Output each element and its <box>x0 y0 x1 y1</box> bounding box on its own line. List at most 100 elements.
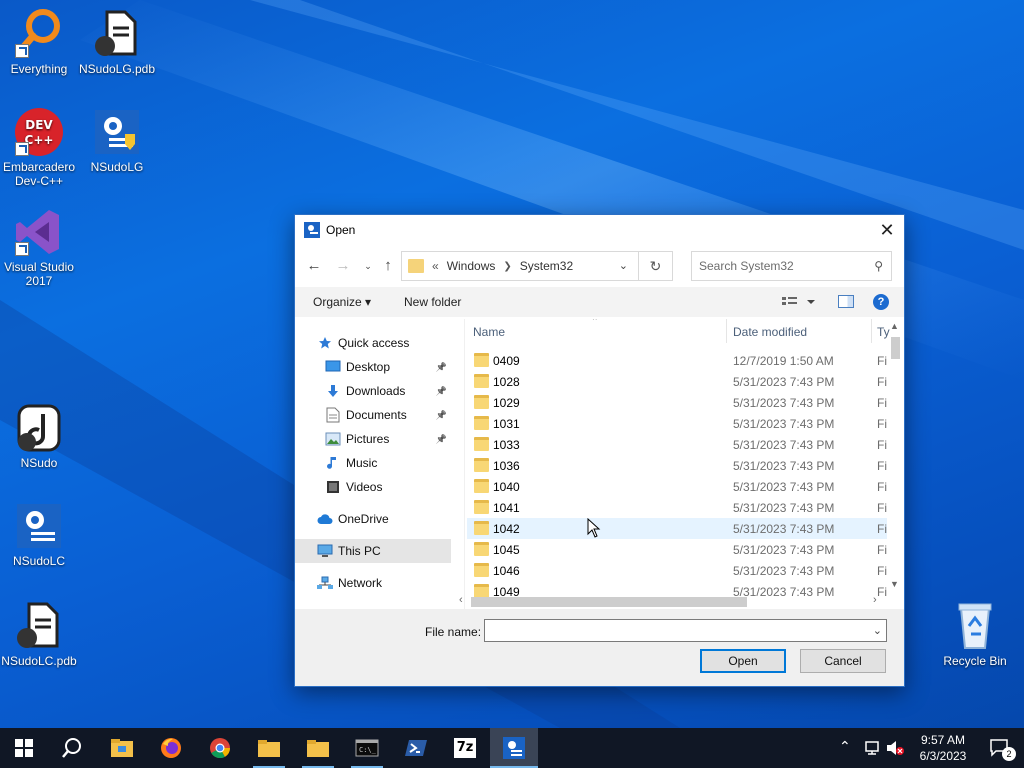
file-row[interactable]: 1041 5/31/2023 7:43 PM Fi <box>467 497 887 518</box>
file-type: Fi <box>877 375 887 389</box>
scroll-down-icon[interactable]: ▼ <box>890 579 899 589</box>
nav-item-music[interactable]: Music <box>295 451 451 475</box>
file-row[interactable]: 0409 12/7/2019 1:50 AM Fi <box>467 350 887 371</box>
forward-button[interactable]: → <box>334 257 352 275</box>
file-name-input[interactable]: ⌄ <box>484 619 887 642</box>
nav-item-pictures[interactable]: Pictures 📌 <box>295 427 451 451</box>
file-row[interactable]: 1046 5/31/2023 7:43 PM Fi <box>467 560 887 581</box>
taskbar-app-powershell[interactable] <box>392 728 440 768</box>
open-button[interactable]: Open <box>700 649 786 673</box>
svg-text:C:\_: C:\_ <box>359 746 377 754</box>
computer-icon <box>317 543 333 559</box>
desktop-icon-recycle-bin[interactable]: Recycle Bin <box>933 600 1017 668</box>
file-date: 5/31/2023 7:43 PM <box>733 438 835 452</box>
desktop-icon-nsudolg[interactable]: NSudoLG <box>75 106 159 174</box>
preview-pane-button[interactable] <box>838 295 854 308</box>
breadcrumb-overflow[interactable]: « <box>432 259 439 273</box>
chevron-down-icon[interactable]: ⌄ <box>619 259 628 272</box>
file-row[interactable]: 1036 5/31/2023 7:43 PM Fi <box>467 455 887 476</box>
desktop-icon-everything[interactable]: Everything <box>0 8 81 76</box>
scroll-left-icon[interactable]: ‹ <box>459 594 463 606</box>
nav-item-desktop[interactable]: Desktop 📌 <box>295 355 451 379</box>
cancel-button[interactable]: Cancel <box>800 649 886 673</box>
file-type: Fi <box>877 480 887 494</box>
nav-item-documents[interactable]: Documents 📌 <box>295 403 451 427</box>
up-button[interactable]: ↑ <box>379 257 397 275</box>
star-icon <box>317 335 333 351</box>
file-row[interactable]: 1033 5/31/2023 7:43 PM Fi <box>467 434 887 455</box>
taskbar-app-terminal[interactable]: C:\_ <box>343 728 391 768</box>
nav-item-quick-access[interactable]: Quick access <box>295 331 451 355</box>
folder-icon <box>474 500 489 514</box>
cloud-icon <box>317 511 333 527</box>
network-status-icon[interactable] <box>864 740 882 756</box>
nav-item-videos[interactable]: Videos <box>295 475 451 499</box>
nav-item-onedrive[interactable]: OneDrive <box>295 507 451 531</box>
file-row[interactable]: 1028 5/31/2023 7:43 PM Fi <box>467 371 887 392</box>
taskbar-app-file-explorer[interactable] <box>98 728 146 768</box>
file-row[interactable]: 1040 5/31/2023 7:43 PM Fi <box>467 476 887 497</box>
nav-item-network[interactable]: Network <box>295 571 451 595</box>
search-input[interactable]: Search System32 ⚲ <box>691 251 892 281</box>
desktop-icon-visual-studio[interactable]: Visual Studio 2017 <box>0 206 81 288</box>
help-button[interactable]: ? <box>873 294 889 310</box>
start-button[interactable] <box>0 728 48 768</box>
file-row[interactable]: 1031 5/31/2023 7:43 PM Fi <box>467 413 887 434</box>
taskbar-app-firefox[interactable] <box>147 728 195 768</box>
column-header-name[interactable]: Name <box>473 325 505 339</box>
chevron-right-icon: ❯ <box>503 260 512 272</box>
show-hidden-icons-button[interactable]: ⌃ <box>839 738 851 755</box>
vertical-scrollbar[interactable]: ▲ ▼ <box>887 319 904 591</box>
breadcrumb-windows[interactable]: Windows <box>447 259 496 273</box>
column-header-date-modified[interactable]: Date modified <box>733 325 807 339</box>
clock-date: 6/3/2023 <box>919 749 967 763</box>
scroll-up-icon[interactable]: ▲ <box>890 321 899 331</box>
taskbar-app-7zip[interactable]: 7z <box>441 728 489 768</box>
recent-locations-button[interactable]: ⌄ <box>359 257 377 275</box>
volume-muted-icon[interactable] <box>886 740 904 756</box>
file-row[interactable]: 1042 5/31/2023 7:43 PM Fi <box>467 518 887 539</box>
desktop-icon-nsudolc[interactable]: NSudoLC <box>0 500 81 568</box>
desktop-icon-label: NSudo <box>20 456 58 470</box>
desktop-icon-nsudolg-pdb[interactable]: NSudoLG.pdb <box>75 8 159 76</box>
file-date: 5/31/2023 7:43 PM <box>733 501 835 515</box>
terminal-icon: C:\_ <box>355 739 379 757</box>
desktop-icon-nsudolc-pdb[interactable]: NSudoLC.pdb <box>0 600 81 668</box>
scroll-thumb[interactable] <box>471 597 747 607</box>
new-folder-button[interactable]: New folder <box>404 295 461 309</box>
column-divider[interactable] <box>726 319 727 343</box>
taskbar-app-folder[interactable] <box>245 728 293 768</box>
view-options-button[interactable] <box>781 294 819 310</box>
desktop-icon-nsudo[interactable]: NSudo <box>0 402 81 470</box>
network-icon <box>317 575 333 591</box>
refresh-button[interactable]: ↻ <box>638 252 672 280</box>
dialog-titlebar[interactable]: Open ✕ <box>295 215 904 245</box>
file-type: Fi <box>877 396 887 410</box>
nav-item-this-pc[interactable]: This PC <box>295 539 451 563</box>
chevron-down-icon[interactable]: ⌄ <box>873 624 882 637</box>
desktop-icon-label: NSudoLG.pdb <box>78 62 156 76</box>
taskbar-app-nsudolg[interactable] <box>490 728 538 768</box>
back-button[interactable]: ← <box>305 257 323 275</box>
clock[interactable]: 9:57 AM 6/3/2023 <box>918 732 968 764</box>
close-button[interactable]: ✕ <box>870 215 904 245</box>
file-row[interactable]: 1029 5/31/2023 7:43 PM Fi <box>467 392 887 413</box>
taskbar-app-chrome[interactable] <box>196 728 244 768</box>
column-divider[interactable] <box>871 319 872 343</box>
scroll-thumb[interactable] <box>891 337 900 359</box>
organize-button[interactable]: Organize ▾ <box>313 295 371 309</box>
action-center-button[interactable]: 2 <box>990 739 1016 761</box>
file-explorer-icon <box>111 739 133 757</box>
svg-text:DEV: DEV <box>25 118 53 132</box>
desktop-icon-devcpp[interactable]: DEV C++ Embarcadero Dev-C++ <box>0 106 81 188</box>
horizontal-scrollbar[interactable]: ‹ › <box>455 593 887 609</box>
address-bar[interactable]: « Windows ❯ System32 ⌄ ↻ <box>401 251 673 281</box>
file-row[interactable]: 1045 5/31/2023 7:43 PM Fi <box>467 539 887 560</box>
file-name: 1036 <box>493 459 520 473</box>
taskbar-search-button[interactable] <box>48 728 96 768</box>
powershell-icon <box>405 740 427 756</box>
taskbar-app-folder-2[interactable] <box>294 728 342 768</box>
breadcrumb-system32[interactable]: System32 <box>520 259 573 273</box>
scroll-right-icon[interactable]: › <box>873 594 877 606</box>
nav-item-downloads[interactable]: Downloads 📌 <box>295 379 451 403</box>
